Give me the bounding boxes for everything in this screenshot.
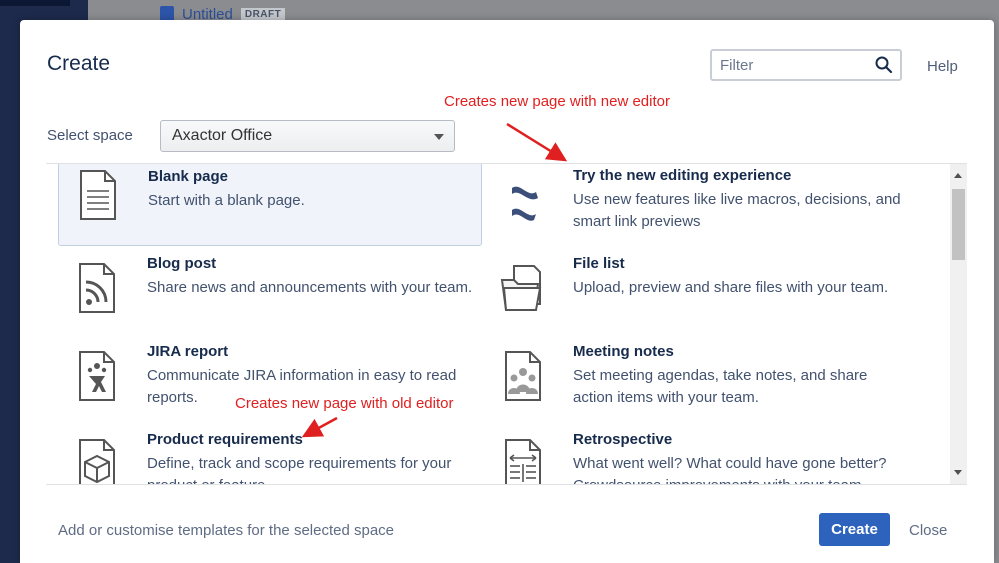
template-description: Define, track and scope requirements for…	[147, 455, 452, 484]
rss-icon	[79, 263, 115, 313]
template-description: What went well? What could have gone bet…	[573, 455, 887, 484]
dialog-title: Create	[47, 52, 111, 75]
template-retrospective[interactable]: Retrospective What went well? What could…	[484, 428, 908, 484]
chevron-down-icon	[434, 134, 444, 140]
scrollbar-thumb[interactable]	[952, 189, 965, 260]
template-description: Use new features like live macros, decis…	[573, 191, 901, 230]
annotation-new-editor: Creates new page with new editor	[444, 93, 670, 110]
template-list: Blank page Start with a blank page. Try …	[46, 163, 967, 485]
template-name: Retrospective	[573, 431, 673, 448]
template-new-editing[interactable]: Try the new editing experience Use new f…	[484, 164, 908, 252]
template-description: Share news and announcements with your t…	[147, 279, 473, 296]
sidebar-tab	[0, 0, 70, 6]
search-icon[interactable]	[874, 55, 894, 75]
retrospective-icon	[505, 439, 541, 484]
template-blog-post[interactable]: Blog post Share news and announcements w…	[58, 252, 482, 340]
select-space-label: Select space	[47, 127, 133, 144]
template-description: Start with a blank page.	[148, 192, 305, 209]
draft-badge: DRAFT	[240, 7, 286, 21]
template-jira-report[interactable]: JIRA report Communicate JIRA information…	[58, 340, 482, 428]
help-link[interactable]: Help	[927, 58, 958, 75]
scroll-down-arrow-icon[interactable]	[954, 470, 962, 475]
jira-report-icon	[79, 351, 115, 401]
template-name: Blank page	[148, 168, 229, 185]
template-product-requirements[interactable]: Product requirements Define, track and s…	[58, 428, 482, 484]
filter-field[interactable]	[710, 49, 902, 81]
product-box-icon	[79, 439, 115, 484]
template-description: Upload, preview and share files with you…	[573, 279, 889, 296]
space-select[interactable]: Axactor Office	[160, 120, 455, 152]
template-blank-page[interactable]: Blank page Start with a blank page.	[58, 164, 482, 246]
template-file-list[interactable]: File list Upload, preview and share file…	[484, 252, 908, 340]
confluence-logo-icon	[512, 186, 538, 221]
template-name: JIRA report	[147, 343, 229, 360]
template-list-scrollbar[interactable]	[950, 164, 967, 484]
customise-templates-link[interactable]: Add or customise templates for the selec…	[58, 522, 394, 539]
filter-input[interactable]	[720, 56, 870, 74]
annotation-old-editor: Creates new page with old editor	[235, 395, 454, 412]
close-button[interactable]: Close	[909, 522, 947, 539]
template-name: Try the new editing experience	[573, 167, 792, 184]
create-button[interactable]: Create	[819, 513, 890, 546]
folder-icon	[500, 265, 542, 311]
selected-space-value: Axactor Office	[172, 127, 273, 144]
template-description: Set meeting agendas, take notes, and sha…	[573, 367, 868, 406]
meeting-notes-icon	[505, 351, 541, 401]
template-name: File list	[573, 255, 625, 272]
scroll-up-arrow-icon[interactable]	[954, 173, 962, 178]
template-name: Meeting notes	[573, 343, 674, 360]
blank-page-icon	[80, 170, 116, 220]
template-meeting-notes[interactable]: Meeting notes Set meeting agendas, take …	[484, 340, 908, 428]
template-name: Product requirements	[147, 431, 303, 448]
template-name: Blog post	[147, 255, 217, 272]
